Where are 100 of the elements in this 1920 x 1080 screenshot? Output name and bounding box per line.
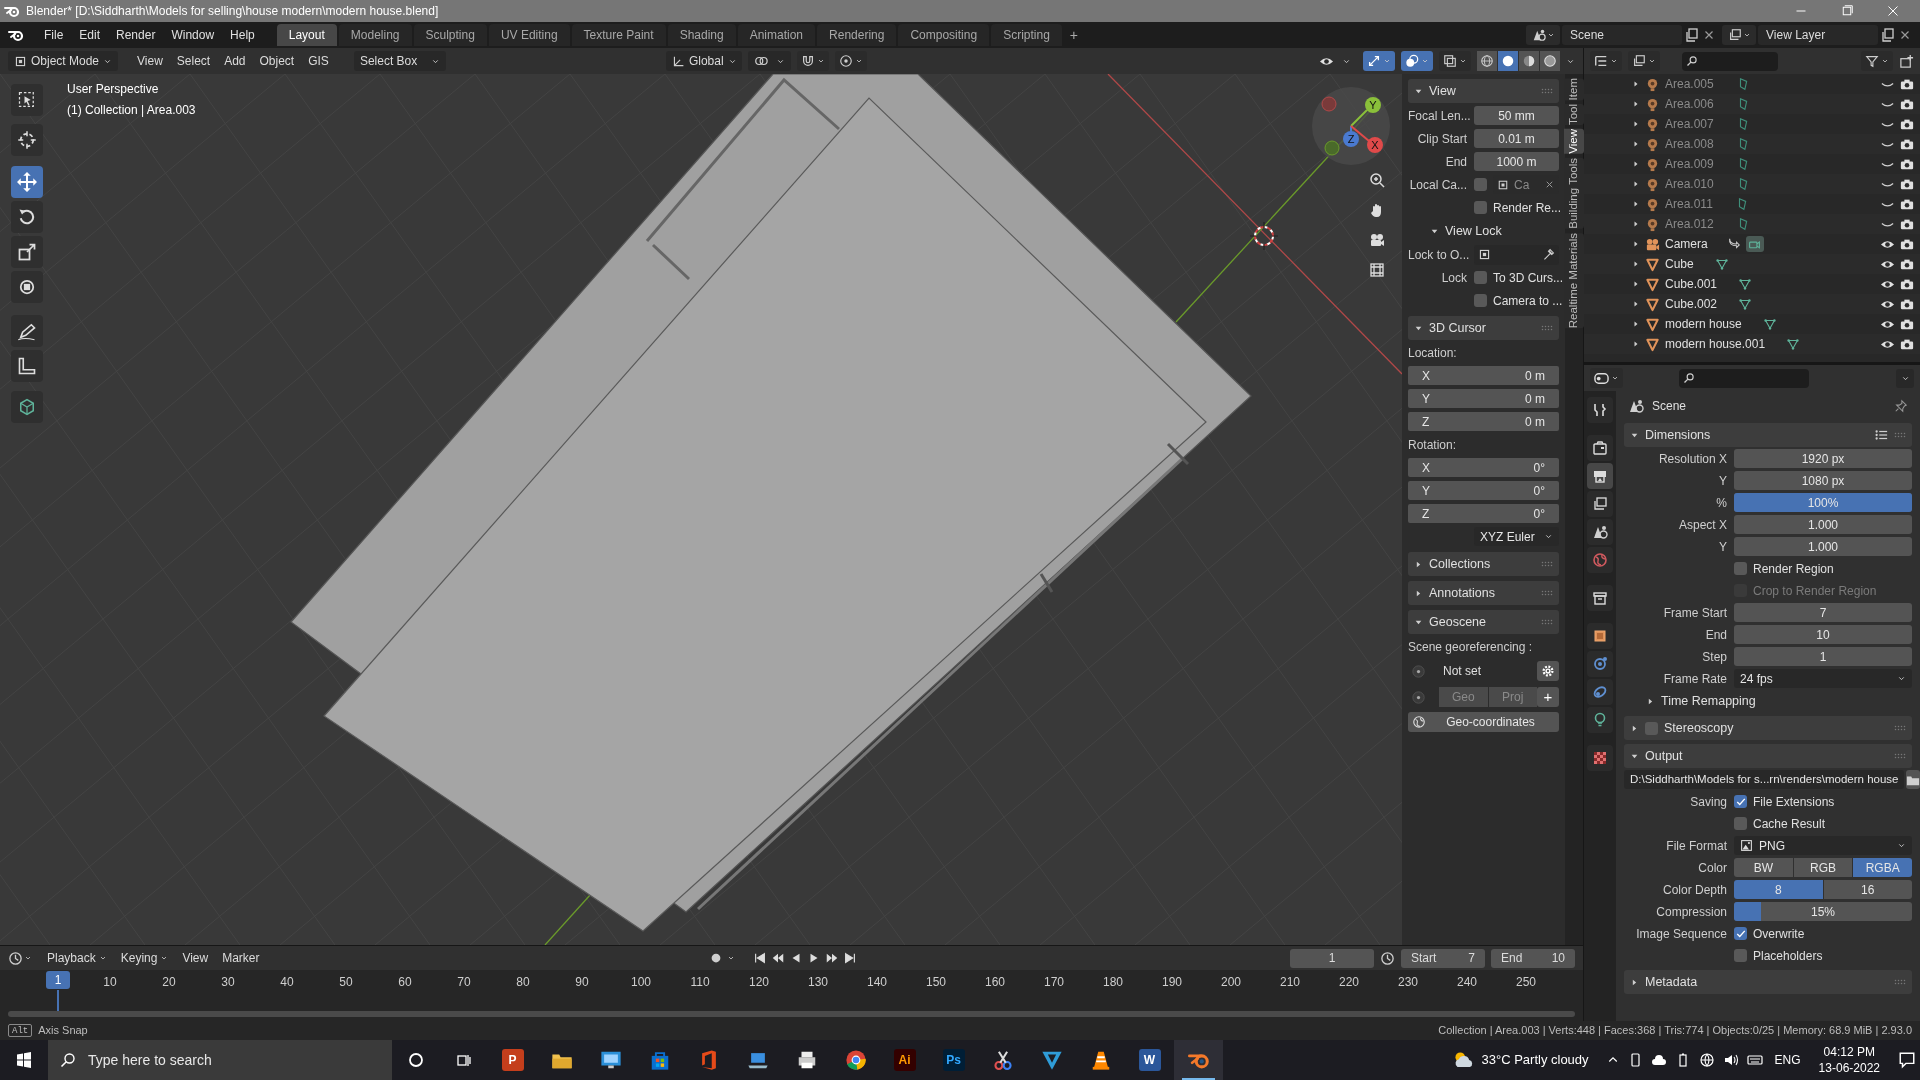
- object-name[interactable]: Area.006: [1665, 95, 1714, 113]
- menu-item[interactable]: File: [36, 26, 72, 44]
- object-name[interactable]: Cube.001: [1665, 275, 1718, 293]
- object-name[interactable]: Area.008: [1665, 135, 1714, 153]
- dropdown[interactable]: XYZ Euler: [1474, 527, 1559, 546]
- workspace-tab[interactable]: Modeling: [338, 24, 412, 46]
- taskbar-button[interactable]: P: [488, 1040, 537, 1080]
- object-name[interactable]: modern house.001: [1665, 335, 1766, 353]
- sidebar-tab[interactable]: View: [1564, 129, 1584, 155]
- toggle-button[interactable]: RGBA: [1853, 858, 1912, 877]
- taskbar-button[interactable]: Ai: [880, 1040, 929, 1080]
- toggle-button[interactable]: BW: [1734, 858, 1793, 877]
- object-name[interactable]: Camera: [1665, 235, 1708, 253]
- panel-header[interactable]: Collections: [1408, 552, 1559, 576]
- mode-dropdown[interactable]: Object Mode: [8, 51, 118, 71]
- checkbox-label[interactable]: File Extensions: [1753, 792, 1835, 811]
- language-indicator[interactable]: ENG: [1774, 1051, 1801, 1069]
- sidebar-tab[interactable]: Realtime Materials: [1564, 232, 1584, 329]
- menu-item[interactable]: View: [130, 52, 170, 70]
- toggle-button[interactable]: RGB: [1793, 858, 1853, 877]
- object-name[interactable]: Cube.002: [1665, 295, 1718, 313]
- workspace-tab[interactable]: Sculpting: [413, 24, 487, 46]
- object-name[interactable]: Area.012: [1665, 215, 1714, 233]
- dropdown[interactable]: 24 fps: [1734, 669, 1912, 688]
- panel-header[interactable]: Metadata: [1624, 970, 1912, 994]
- sidebar-tab[interactable]: Building Tools: [1564, 158, 1584, 229]
- panel-header[interactable]: 3D Cursor: [1408, 316, 1559, 340]
- sidebar-tab[interactable]: Tool: [1564, 104, 1584, 126]
- view-layer-field[interactable]: View Layer: [1758, 25, 1878, 45]
- add-button[interactable]: +: [1537, 687, 1559, 707]
- panel-header[interactable]: Dimensions: [1624, 423, 1912, 447]
- menu-item[interactable]: Window: [163, 26, 223, 44]
- workspace-tab[interactable]: Rendering: [817, 24, 897, 46]
- taskbar-button[interactable]: W: [1125, 1040, 1174, 1080]
- checkbox-label[interactable]: Placeholders: [1753, 946, 1823, 965]
- clock-time[interactable]: 04:12 PM: [1823, 1044, 1875, 1060]
- toggle-button[interactable]: 16: [1823, 880, 1912, 899]
- menu-item[interactable]: Keying: [115, 949, 174, 967]
- number-field[interactable]: 10: [1734, 625, 1912, 644]
- checkbox-label[interactable]: Render Re...: [1493, 198, 1562, 217]
- subpanel-header[interactable]: Time Remapping: [1624, 690, 1912, 712]
- workspace-tab[interactable]: Layout: [276, 24, 337, 46]
- menu-item[interactable]: Edit: [71, 26, 109, 44]
- tool-dropdown[interactable]: Select Box: [353, 51, 446, 71]
- checkbox-label[interactable]: Overwrite: [1753, 924, 1805, 943]
- number-field[interactable]: Y 0 m: [1408, 389, 1559, 408]
- toggle-button[interactable]: 8: [1734, 880, 1823, 899]
- menu-item[interactable]: Object: [252, 52, 302, 70]
- object-name[interactable]: Area.007: [1665, 115, 1714, 133]
- dropdown[interactable]: PNG: [1734, 836, 1912, 855]
- object-name[interactable]: Area.009: [1665, 155, 1714, 173]
- number-field[interactable]: 1: [1734, 647, 1912, 666]
- search-field[interactable]: Type here to search: [48, 1040, 392, 1080]
- number-field[interactable]: 1080 px: [1734, 471, 1912, 490]
- geo-coordinates-button[interactable]: Geo-coordinates: [1408, 711, 1559, 732]
- menu-item[interactable]: Help: [222, 26, 263, 44]
- menu-item[interactable]: Add: [217, 52, 253, 70]
- number-field[interactable]: 0.01 m: [1474, 129, 1559, 148]
- number-field[interactable]: X 0°: [1408, 458, 1559, 477]
- number-field[interactable]: 1920 px: [1734, 449, 1912, 468]
- object-name[interactable]: Cube: [1665, 255, 1694, 273]
- panel-header[interactable]: Annotations: [1408, 581, 1559, 605]
- number-field[interactable]: X 0 m: [1408, 366, 1559, 385]
- number-field[interactable]: Start 7: [1401, 948, 1485, 968]
- subpanel-header[interactable]: View Lock: [1408, 220, 1559, 242]
- number-field[interactable]: 1000 m: [1474, 152, 1559, 171]
- checkbox-label[interactable]: Cache Result: [1753, 814, 1826, 833]
- current-frame-marker[interactable]: 1: [46, 971, 70, 989]
- clock-date[interactable]: 13-06-2022: [1818, 1060, 1880, 1076]
- number-field[interactable]: 1: [1290, 948, 1374, 968]
- add-workspace-button[interactable]: +: [1063, 24, 1084, 46]
- number-field[interactable]: 7: [1734, 603, 1912, 622]
- orientation-dropdown[interactable]: Global: [665, 51, 742, 71]
- object-name[interactable]: Area.010: [1665, 175, 1714, 193]
- checkbox-label[interactable]: To 3D Curs...: [1493, 268, 1564, 287]
- workspace-tab[interactable]: Animation: [737, 24, 816, 46]
- number-field[interactable]: Z 0°: [1408, 504, 1559, 523]
- workspace-tab[interactable]: UV Editing: [488, 24, 570, 46]
- menu-item[interactable]: Playback: [42, 949, 112, 967]
- slider[interactable]: 100%: [1734, 493, 1912, 512]
- workspace-tab[interactable]: Texture Paint: [571, 24, 666, 46]
- workspace-tab[interactable]: Scripting: [991, 24, 1062, 46]
- number-field[interactable]: Y 0°: [1408, 481, 1559, 500]
- panel-header[interactable]: Stereoscopy: [1624, 716, 1912, 740]
- panel-header[interactable]: View: [1408, 79, 1559, 103]
- checkbox-label[interactable]: Camera to ...: [1493, 291, 1563, 310]
- panel-header[interactable]: Output: [1624, 744, 1912, 768]
- sidebar-tab[interactable]: Item: [1564, 78, 1584, 101]
- menu-item[interactable]: View: [177, 949, 214, 967]
- object-name[interactable]: modern house: [1665, 315, 1742, 333]
- number-field[interactable]: Z 0 m: [1408, 412, 1559, 431]
- slider[interactable]: 15%: [1734, 902, 1912, 921]
- number-field[interactable]: 50 mm: [1474, 106, 1559, 125]
- object-name[interactable]: Area.005: [1665, 75, 1714, 93]
- number-field[interactable]: 1.000: [1734, 537, 1912, 556]
- file-path-field[interactable]: D:\Siddharth\Models for s...rn\renders\modern house: [1624, 770, 1905, 789]
- menu-item[interactable]: Render: [108, 26, 164, 44]
- scene-field[interactable]: Scene: [1562, 25, 1682, 45]
- workspace-tab[interactable]: Compositing: [898, 24, 990, 46]
- checkbox-label[interactable]: Render Region: [1753, 559, 1834, 578]
